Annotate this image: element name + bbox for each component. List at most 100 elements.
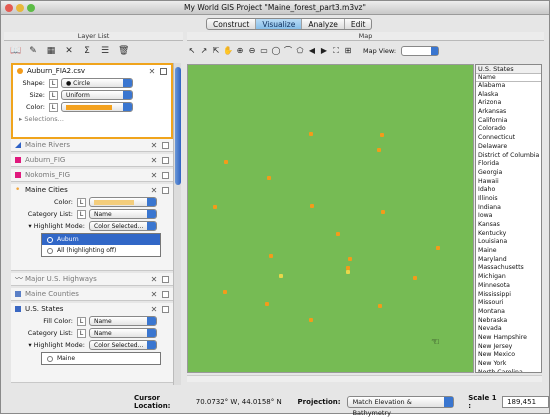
map-point[interactable]: [213, 205, 217, 209]
list-item[interactable]: Maine: [42, 353, 160, 364]
table-row[interactable]: Illinois: [476, 195, 541, 204]
scroll-thumb[interactable]: [175, 67, 181, 185]
edit-icon[interactable]: ✎: [28, 46, 38, 56]
trash-icon[interactable]: 🗑: [118, 46, 129, 56]
table-row[interactable]: Alabama: [476, 82, 541, 91]
table-row[interactable]: Indiana: [476, 204, 541, 213]
pointer-icon[interactable]: ↖: [187, 46, 197, 56]
remove-layer-icon[interactable]: ✕: [150, 171, 158, 180]
table-row[interactable]: New Hampshire: [476, 334, 541, 343]
layer-maine-cities[interactable]: • Maine Cities ✕ Color: L Category List: L…: [11, 184, 173, 271]
layer-visibility-checkbox[interactable]: [162, 275, 169, 283]
table-row[interactable]: New York: [476, 360, 541, 369]
table-icon[interactable]: ▦: [46, 46, 56, 56]
table-row[interactable]: Georgia: [476, 169, 541, 178]
color-select[interactable]: [89, 197, 157, 207]
layer-us-states[interactable]: U.S. States ✕ Fill Color: L Name Category …: [11, 303, 173, 383]
map-point[interactable]: [348, 257, 352, 261]
table-row[interactable]: Hawaii: [476, 178, 541, 187]
zoom-extent-icon[interactable]: ⛶: [331, 46, 341, 56]
layer-name[interactable]: Maine Counties: [25, 290, 150, 298]
polygon-select-icon[interactable]: ⬠: [295, 46, 305, 56]
layer-name[interactable]: Auburn_FIG: [25, 156, 150, 164]
shape-select[interactable]: ● Circle: [61, 78, 133, 88]
lock-icon[interactable]: L: [77, 197, 86, 207]
layer-visibility-checkbox[interactable]: [162, 141, 169, 149]
layer-visibility-checkbox[interactable]: [162, 171, 169, 179]
circle-select-icon[interactable]: ◯: [271, 46, 281, 56]
map-canvas[interactable]: ☜: [187, 64, 474, 373]
table-row[interactable]: Maryland: [476, 256, 541, 265]
layer-visibility-checkbox[interactable]: [162, 290, 169, 298]
layer-name[interactable]: Major U.S. Highways: [25, 275, 150, 283]
column-header[interactable]: Name: [476, 74, 541, 82]
list-item[interactable]: All (highlighting off): [42, 245, 160, 256]
select-icon[interactable]: ⇱: [211, 46, 221, 56]
table-row[interactable]: Florida: [476, 160, 541, 169]
lock-icon[interactable]: L: [49, 102, 58, 112]
layer-auburn-fia[interactable]: Auburn_FIA2.csv ✕ Shape: L ● Circle Size: L…: [11, 63, 173, 139]
close-window-button[interactable]: [5, 4, 13, 12]
back-icon[interactable]: ◀: [307, 46, 317, 56]
table-row[interactable]: Iowa: [476, 212, 541, 221]
map-point[interactable]: [381, 210, 385, 214]
zoom-selection-icon[interactable]: ⊞: [343, 46, 353, 56]
map-point[interactable]: [377, 148, 381, 152]
remove-layer-icon[interactable]: ✕: [148, 67, 156, 76]
zoom-window-button[interactable]: [27, 4, 35, 12]
map-view-select[interactable]: [401, 46, 440, 56]
lasso-icon[interactable]: ⌒: [283, 46, 293, 56]
map-point[interactable]: [310, 204, 314, 208]
tab-edit[interactable]: Edit: [345, 19, 372, 29]
lock-icon[interactable]: L: [77, 209, 86, 219]
table-row[interactable]: Missouri: [476, 299, 541, 308]
table-row[interactable]: Minnesota: [476, 282, 541, 291]
table-row[interactable]: Arizona: [476, 99, 541, 108]
table-row[interactable]: New Mexico: [476, 351, 541, 360]
us-states-table[interactable]: U.S. States Name Alabama Alaska Arizona Ark…: [475, 64, 542, 373]
table-row[interactable]: Connecticut: [476, 134, 541, 143]
table-row[interactable]: Idaho: [476, 186, 541, 195]
table-row[interactable]: Montana: [476, 308, 541, 317]
map-point[interactable]: [269, 254, 273, 258]
tab-visualize[interactable]: Visualize: [256, 19, 303, 29]
map-horizontal-scrollbar[interactable]: [187, 375, 542, 382]
remove-layer-icon[interactable]: ✕: [150, 275, 158, 284]
forward-icon[interactable]: ▶: [319, 46, 329, 56]
map-point[interactable]: [279, 274, 283, 278]
scale-input[interactable]: 189,451: [502, 396, 549, 408]
zoom-out-icon[interactable]: ⊖: [247, 46, 257, 56]
map-point[interactable]: [336, 232, 340, 236]
map-point[interactable]: [436, 246, 440, 250]
table-row[interactable]: Kentucky: [476, 230, 541, 239]
table-row[interactable]: North Carolina: [476, 369, 541, 372]
map-point[interactable]: [309, 132, 313, 136]
category-select[interactable]: Name: [89, 328, 157, 338]
layer-visibility-checkbox[interactable]: [162, 186, 169, 194]
color-select[interactable]: [61, 102, 133, 112]
table-row[interactable]: Kansas: [476, 221, 541, 230]
lock-icon[interactable]: L: [77, 328, 86, 338]
map-point[interactable]: [309, 318, 313, 322]
tab-analyze[interactable]: Analyze: [302, 19, 345, 29]
table-row[interactable]: Nebraska: [476, 317, 541, 326]
table-row[interactable]: Delaware: [476, 143, 541, 152]
lock-icon[interactable]: L: [49, 90, 58, 100]
info-pointer-icon[interactable]: ↗: [199, 46, 209, 56]
lock-icon[interactable]: L: [77, 316, 86, 326]
minimize-window-button[interactable]: [16, 4, 24, 12]
rectangle-select-icon[interactable]: ▭: [259, 46, 269, 56]
projection-select[interactable]: Match Elevation & Bathymetry: [346, 396, 455, 417]
layer-name[interactable]: Maine Rivers: [25, 141, 150, 149]
remove-layer-icon[interactable]: ✕: [150, 290, 158, 299]
layer-list-scrollbar[interactable]: [173, 63, 181, 385]
category-select[interactable]: Name: [89, 209, 157, 219]
map-point[interactable]: [378, 304, 382, 308]
layer-name[interactable]: Nokomis_FIG: [25, 171, 150, 179]
table-row[interactable]: Arkansas: [476, 108, 541, 117]
remove-layer-icon[interactable]: ✕: [150, 141, 158, 150]
table-row[interactable]: Louisiana: [476, 238, 541, 247]
size-select[interactable]: Uniform: [61, 90, 133, 100]
map-point[interactable]: [380, 133, 384, 137]
sum-icon[interactable]: Σ: [82, 46, 92, 56]
